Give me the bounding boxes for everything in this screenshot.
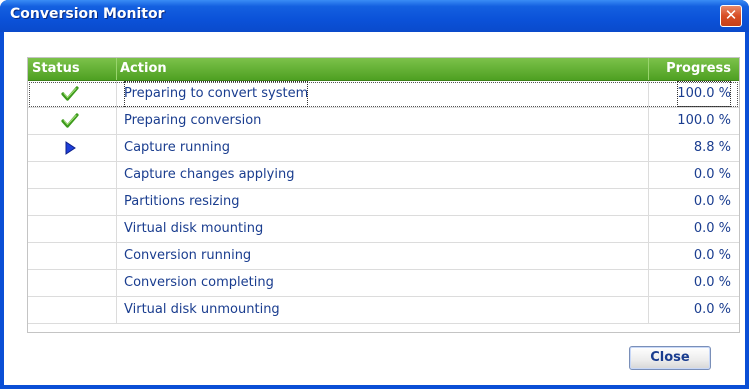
action-label: Conversion running bbox=[124, 248, 252, 263]
conversion-steps-table: Status Action Progress Preparing to conv… bbox=[27, 57, 740, 333]
table-row[interactable]: Virtual disk unmounting 0.0 % bbox=[28, 297, 739, 324]
action-label: Partitions resizing bbox=[124, 194, 240, 209]
action-label: Virtual disk unmounting bbox=[124, 302, 280, 317]
done-check-icon bbox=[61, 113, 79, 128]
progress-value: 0.0 % bbox=[693, 167, 731, 182]
column-divider bbox=[648, 162, 649, 189]
table-row[interactable]: Capture running 8.8 % bbox=[28, 135, 739, 162]
done-check-icon bbox=[61, 86, 79, 101]
column-divider bbox=[116, 270, 117, 297]
window-title: Conversion Monitor bbox=[10, 6, 165, 22]
action-label: Virtual disk mounting bbox=[124, 221, 264, 236]
column-divider bbox=[648, 108, 649, 135]
column-divider bbox=[116, 135, 117, 162]
column-divider bbox=[648, 243, 649, 270]
column-divider bbox=[116, 81, 117, 108]
column-divider bbox=[116, 189, 117, 216]
column-divider bbox=[648, 58, 649, 80]
action-label: Preparing conversion bbox=[124, 113, 262, 128]
column-divider bbox=[648, 270, 649, 297]
close-window-button[interactable]: ✕ bbox=[720, 5, 742, 27]
table-row[interactable]: Conversion completing 0.0 % bbox=[28, 270, 739, 297]
column-divider bbox=[648, 189, 649, 216]
progress-value: 100.0 % bbox=[677, 81, 731, 107]
title-bar[interactable]: Conversion Monitor ✕ bbox=[0, 0, 749, 32]
progress-value: 0.0 % bbox=[693, 302, 731, 317]
action-label: Capture changes applying bbox=[124, 167, 295, 182]
progress-value: 0.0 % bbox=[693, 248, 731, 263]
column-divider bbox=[116, 216, 117, 243]
action-label: Capture running bbox=[124, 140, 230, 155]
action-label: Preparing to convert system bbox=[124, 81, 309, 107]
column-divider bbox=[116, 58, 117, 80]
progress-value: 8.8 % bbox=[693, 140, 731, 155]
column-header-action[interactable]: Action bbox=[120, 58, 167, 80]
table-row[interactable]: Preparing to convert system 100.0 % bbox=[28, 81, 739, 108]
column-header-status[interactable]: Status bbox=[32, 58, 80, 80]
running-arrow-icon bbox=[65, 141, 76, 155]
dialog-body: Status Action Progress Preparing to conv… bbox=[4, 32, 745, 385]
table-row[interactable]: Conversion running 0.0 % bbox=[28, 243, 739, 270]
progress-value: 0.0 % bbox=[693, 221, 731, 236]
column-divider bbox=[648, 81, 649, 108]
column-divider bbox=[648, 216, 649, 243]
table-header: Status Action Progress bbox=[28, 58, 739, 81]
column-divider bbox=[116, 243, 117, 270]
table-row[interactable]: Capture changes applying 0.0 % bbox=[28, 162, 739, 189]
close-button[interactable]: Close bbox=[629, 346, 711, 370]
column-divider bbox=[116, 297, 117, 324]
column-header-progress[interactable]: Progress bbox=[666, 58, 731, 80]
progress-value: 0.0 % bbox=[693, 194, 731, 209]
column-divider bbox=[116, 108, 117, 135]
column-divider bbox=[116, 162, 117, 189]
table-row[interactable]: Preparing conversion 100.0 % bbox=[28, 108, 739, 135]
action-label: Conversion completing bbox=[124, 275, 274, 290]
progress-value: 0.0 % bbox=[693, 275, 731, 290]
conversion-monitor-window: Conversion Monitor ✕ Status Action Progr… bbox=[0, 0, 749, 389]
column-divider bbox=[648, 297, 649, 324]
column-divider bbox=[648, 135, 649, 162]
progress-value: 100.0 % bbox=[677, 113, 731, 128]
table-row[interactable]: Virtual disk mounting 0.0 % bbox=[28, 216, 739, 243]
close-icon: ✕ bbox=[724, 6, 738, 24]
table-row[interactable]: Partitions resizing 0.0 % bbox=[28, 189, 739, 216]
